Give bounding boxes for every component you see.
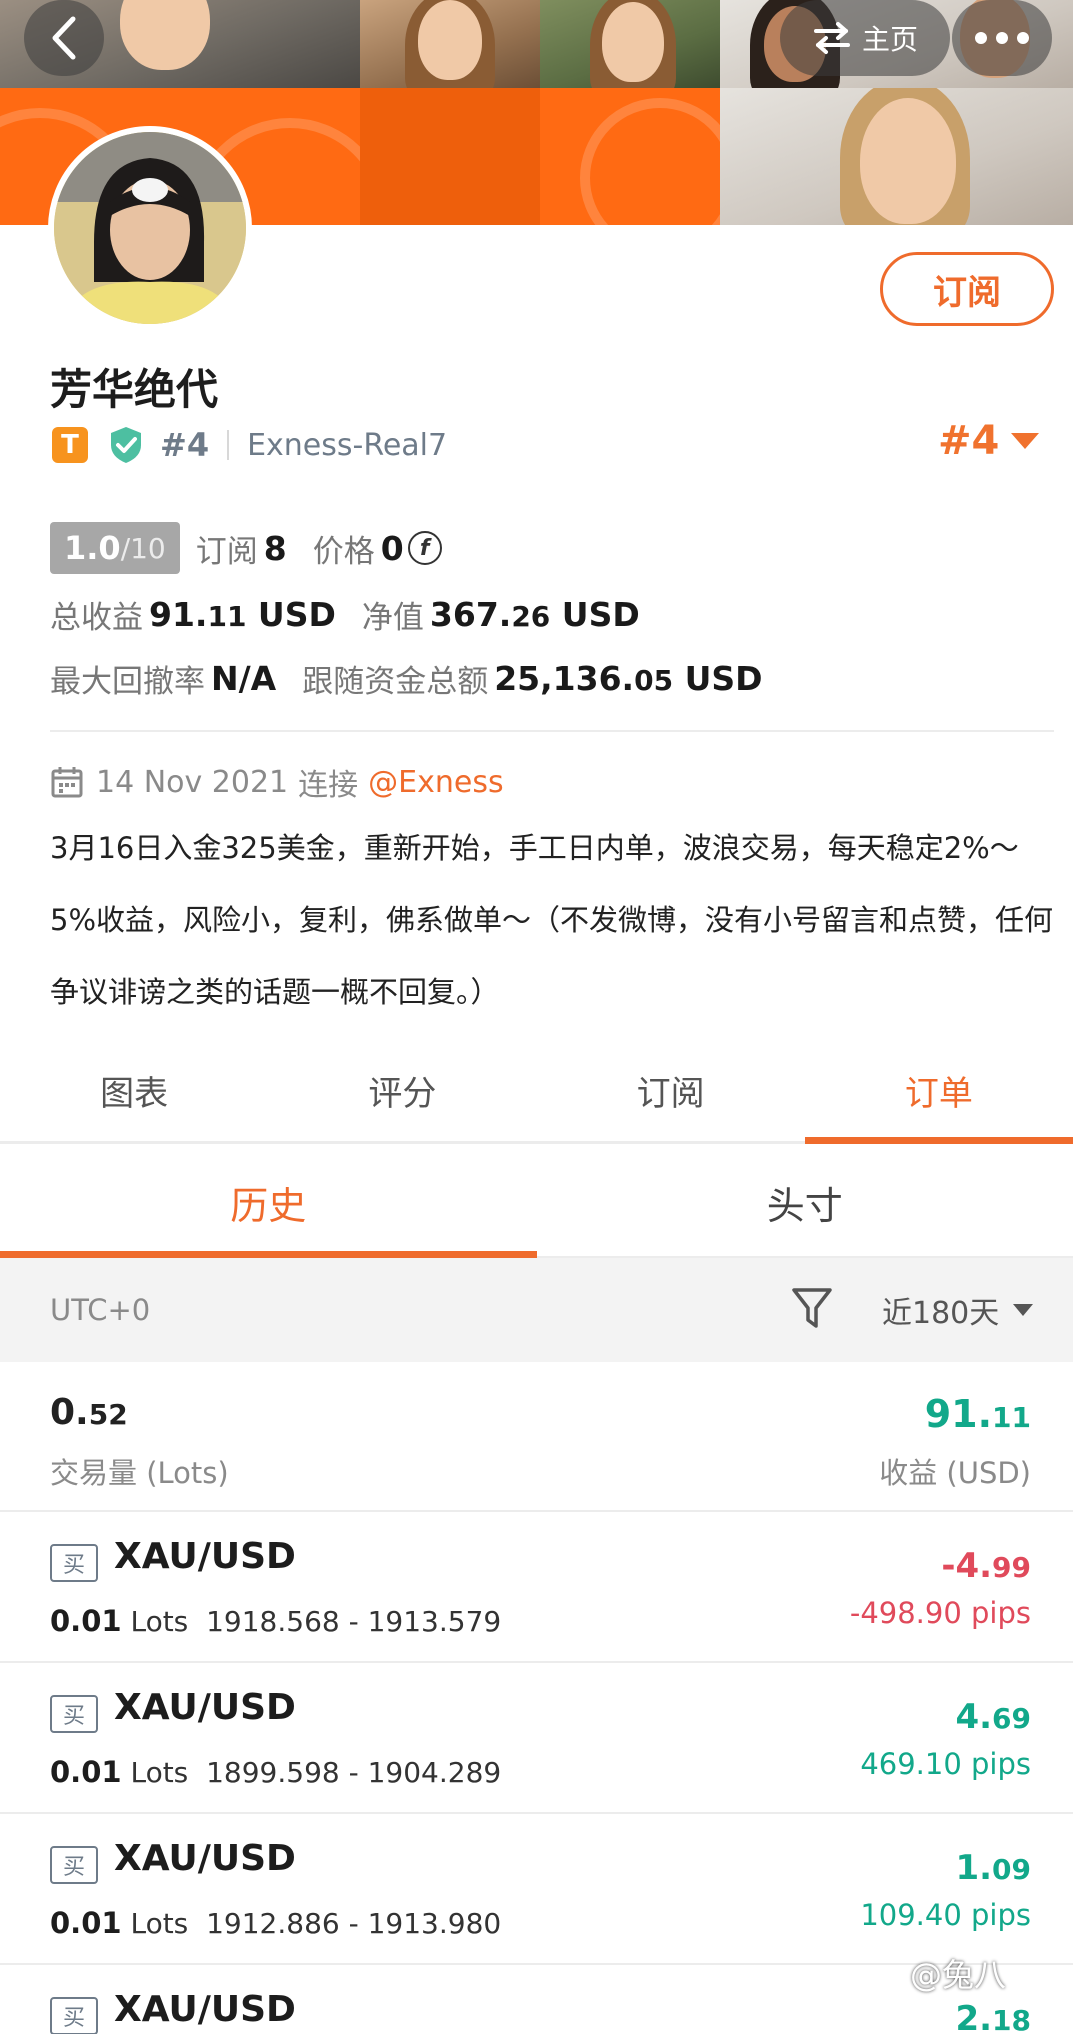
max-drawdown-label: 最大回撤率 xyxy=(50,664,205,700)
total-profit-label: 总收益 xyxy=(50,600,143,636)
divider xyxy=(50,730,1054,732)
calendar-icon xyxy=(51,767,83,798)
follow-funds-label: 跟随资金总额 xyxy=(302,664,489,700)
caret-down-icon xyxy=(1013,1304,1034,1316)
tab-orders[interactable]: 订单 xyxy=(804,1040,1073,1144)
banner-pattern xyxy=(360,88,540,225)
drawdown-row: 最大回撤率 N/A 跟随资金总额 25,136.05 USD xyxy=(50,656,763,701)
coin-icon: f xyxy=(407,531,442,565)
rank-label: #4 xyxy=(160,426,210,464)
rank-value: #4 xyxy=(938,418,1000,464)
order-pips: -498.90 pips xyxy=(849,1596,1031,1630)
divider xyxy=(227,430,230,460)
banner-photo xyxy=(360,0,540,88)
order-profit: 4.69 xyxy=(955,1697,1031,1737)
trader-type-badge: T xyxy=(52,427,88,463)
rank-dropdown[interactable]: #4 xyxy=(938,418,1040,464)
avatar-image xyxy=(54,132,246,324)
side-badge: 买 xyxy=(50,1846,98,1884)
order-details: 0.01 Lots 1918.568 - 1913.579 xyxy=(50,1604,502,1638)
banner-photo xyxy=(540,0,720,88)
caret-down-icon xyxy=(1011,433,1040,449)
subscribe-count: 8 xyxy=(263,528,287,568)
connect-label: 连接 xyxy=(298,768,359,803)
filter-funnel-icon[interactable] xyxy=(790,1284,834,1332)
order-subtabs: 历史 头寸 xyxy=(0,1148,1073,1258)
score-value: 1.0 xyxy=(64,529,121,567)
swap-icon xyxy=(813,22,850,54)
back-button[interactable] xyxy=(24,0,104,76)
order-profit: 1.09 xyxy=(955,1848,1031,1888)
history-summary: 0.52 交易量 (Lots) 91.11 收益 (USD) xyxy=(0,1362,1073,1512)
price-label: 价格 xyxy=(312,533,375,570)
order-details: 0.01 Lots 1899.598 - 1904.289 xyxy=(50,1755,502,1789)
equity-value: 367.26 USD xyxy=(429,595,640,634)
order-details: 0.01 Lots 1912.886 - 1913.980 xyxy=(50,1906,502,1940)
join-date: 14 Nov 2021 xyxy=(96,764,289,800)
trader-bio: 3月16日入金325美金，重新开始，手工日内单，波浪交易，每天稳定2%～5%收益… xyxy=(50,831,1054,1009)
score-max: /10 xyxy=(120,531,166,565)
side-badge: 买 xyxy=(50,1544,98,1582)
score-badge: 1.0/10 xyxy=(50,522,180,574)
equity-label: 净值 xyxy=(361,600,424,636)
broker-link[interactable]: @Exness xyxy=(368,765,503,800)
follow-funds-value: 25,136.05 USD xyxy=(494,659,763,698)
home-button[interactable]: 主页 xyxy=(780,0,950,76)
trader-tags: T #4 Exness-Real7 xyxy=(52,424,447,466)
side-badge: 买 xyxy=(50,1695,98,1733)
order-row[interactable]: 买 XAU/USD 0.01 Lots 1918.568 - 1913.579 … xyxy=(0,1512,1073,1663)
score-row: 1.0/10 订阅 8 价格 0 f xyxy=(50,522,442,574)
timezone-label: UTC+0 xyxy=(50,1293,151,1327)
banner-photo xyxy=(720,88,1073,225)
order-profit: -4.99 xyxy=(941,1546,1031,1586)
watermark: @兔八 xyxy=(910,1956,1007,1994)
subscribe-button[interactable]: 订阅 xyxy=(880,252,1054,326)
summary-profit-label: 收益 (USD) xyxy=(879,1456,1031,1490)
summary-profit-value: 91.11 xyxy=(924,1392,1031,1436)
shield-check-icon xyxy=(111,427,141,463)
order-row[interactable]: 买 XAU/USD 0.01 Lots 1899.598 - 1904.289 … xyxy=(0,1663,1073,1814)
total-profit-value: 91.11 USD xyxy=(149,595,336,634)
trader-name: 芳华绝代 xyxy=(50,365,219,414)
volume-label: 交易量 (Lots) xyxy=(50,1456,229,1490)
order-profit: 2.18 xyxy=(955,1999,1031,2034)
order-symbol: XAU/USD xyxy=(114,1687,296,1728)
profit-row: 总收益 91.11 USD 净值 367.26 USD xyxy=(50,592,640,637)
period-value: 近180天 xyxy=(882,1296,1000,1331)
tab-rating[interactable]: 评分 xyxy=(268,1040,536,1141)
server-name: Exness-Real7 xyxy=(247,427,448,463)
avatar[interactable] xyxy=(48,126,252,330)
period-dropdown[interactable]: 近180天 xyxy=(882,1288,1034,1332)
tab-subscribe[interactable]: 订阅 xyxy=(537,1040,805,1141)
order-pips: 109.40 pips xyxy=(860,1898,1031,1932)
subtab-positions[interactable]: 头寸 xyxy=(537,1148,1073,1256)
volume-value: 0.52 xyxy=(50,1392,128,1433)
order-pips: 469.10 pips xyxy=(860,1747,1031,1781)
banner-pattern xyxy=(540,88,720,225)
home-label: 主页 xyxy=(861,23,918,56)
price-value: 0 xyxy=(380,528,404,568)
more-button[interactable] xyxy=(952,0,1052,76)
order-symbol: XAU/USD xyxy=(114,1536,296,1577)
subscribe-count-label: 订阅 xyxy=(195,533,258,570)
main-tabs: 图表 评分 订阅 订单 xyxy=(0,1040,1073,1144)
filter-bar: UTC+0 近180天 xyxy=(0,1258,1073,1362)
subtab-history[interactable]: 历史 xyxy=(0,1148,537,1258)
tab-chart[interactable]: 图表 xyxy=(0,1040,268,1141)
join-info: 14 Nov 2021 连接 @Exness xyxy=(50,760,504,804)
order-symbol: XAU/USD xyxy=(114,1838,296,1879)
chevron-left-icon xyxy=(52,16,76,60)
order-row[interactable]: 买 XAU/USD 0.01 Lots 1912.886 - 1913.980 … xyxy=(0,1814,1073,1965)
order-symbol: XAU/USD xyxy=(114,1989,296,2030)
side-badge: 买 xyxy=(50,1997,98,2034)
more-dots-icon xyxy=(975,32,1029,44)
max-drawdown-value: N/A xyxy=(211,659,277,698)
